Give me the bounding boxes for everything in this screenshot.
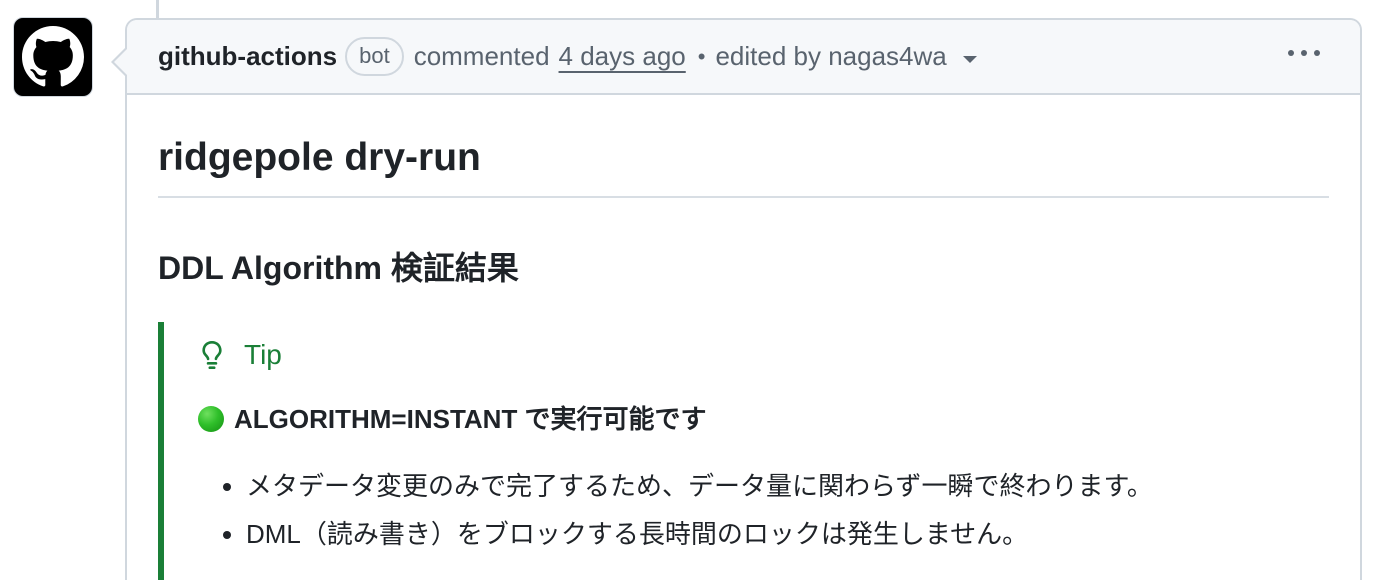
comment-header: github-actions bot commented 4 days ago … — [127, 20, 1360, 95]
comment-timestamp-link[interactable]: 4 days ago — [559, 41, 686, 72]
avatar[interactable] — [13, 17, 93, 97]
comment-box: github-actions bot commented 4 days ago … — [111, 18, 1362, 580]
kebab-dot — [1314, 50, 1320, 56]
github-octocat-icon — [22, 26, 84, 87]
kebab-dot — [1301, 50, 1307, 56]
triangle-down-icon — [962, 56, 977, 63]
author-link[interactable]: github-actions — [158, 41, 337, 72]
green-circle-icon — [198, 406, 224, 432]
tip-bullet-list: メタデータ変更のみで完了するため、データ量に関わらず一瞬で終わります。 DML（… — [198, 462, 1329, 558]
comment-action-text: commented — [413, 41, 550, 71]
tip-headline: ALGORITHM=INSTANT で実行可能です — [198, 402, 1329, 436]
comment-heading: ridgepole dry-run — [158, 135, 1329, 198]
edited-history-dropdown[interactable]: edited by nagas4wa — [715, 41, 977, 72]
list-item: DML（読み書き）をブロックする長時間のロックは発生しません。 — [246, 510, 1329, 558]
bot-badge: bot — [345, 37, 404, 76]
edited-by-text: edited by nagas4wa — [715, 41, 947, 71]
kebab-horizontal-icon — [1288, 50, 1294, 56]
comment-arrow-fill — [114, 48, 128, 76]
light-bulb-icon — [202, 341, 222, 369]
page: github-actions bot commented 4 days ago … — [0, 0, 1400, 580]
separator-dot: • — [697, 43, 706, 69]
tip-callout: Tip ALGORITHM=INSTANT で実行可能です メタデータ変更のみで… — [158, 322, 1329, 580]
tip-title: Tip — [198, 338, 1329, 372]
timeline-line — [156, 0, 159, 18]
tip-label: Tip — [244, 339, 282, 370]
comment-options-button[interactable] — [1284, 40, 1324, 66]
tip-headline-text: ALGORITHM=INSTANT で実行可能です — [234, 404, 707, 434]
list-item: メタデータ変更のみで完了するため、データ量に関わらず一瞬で終わります。 — [246, 462, 1329, 510]
comment-body: ridgepole dry-run DDL Algorithm 検証結果 Tip… — [127, 135, 1360, 580]
comment-subheading: DDL Algorithm 検証結果 — [158, 250, 519, 286]
